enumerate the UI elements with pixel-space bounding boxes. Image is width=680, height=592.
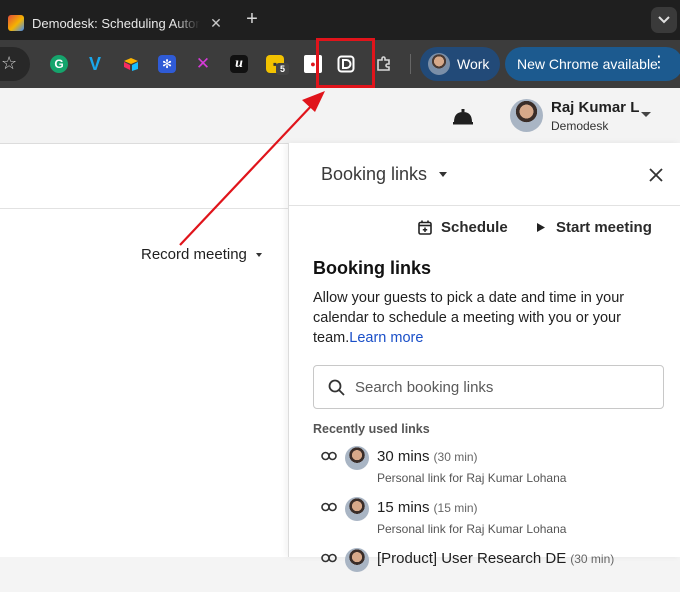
link-duration: (30 min) <box>433 450 478 464</box>
booking-link-owner: Personal link for Raj Kumar Lohana <box>377 471 567 485</box>
airtable-icon[interactable] <box>122 55 140 73</box>
user-organization: Demodesk <box>551 119 609 133</box>
search-icon <box>328 379 345 396</box>
link-title: 30 mins <box>377 448 430 465</box>
recently-used-label: Recently used links <box>313 422 430 436</box>
schedule-label: Schedule <box>441 219 508 236</box>
play-icon <box>537 223 545 232</box>
content-divider <box>0 208 288 209</box>
bookmark-star-icon[interactable]: ☆ <box>1 54 17 72</box>
booking-link-item[interactable]: 15 mins (15 min) Personal link for Raj Ku… <box>321 497 661 541</box>
panel-title-dropdown[interactable]: Booking links <box>321 164 448 185</box>
extension-badge: 5 <box>276 63 289 75</box>
profile-button[interactable]: Work <box>420 47 500 81</box>
chrome-update-button[interactable]: New Chrome available ⋮ <box>505 47 680 81</box>
link-icon[interactable] <box>321 502 337 512</box>
panel-title: Booking links <box>321 164 428 184</box>
booking-link-name: 15 mins (15 min) <box>377 499 478 516</box>
record-meeting-label: Record meeting <box>141 246 247 263</box>
sticky-note-icon[interactable]: ▪ 5 <box>266 55 289 75</box>
app-header: Raj Kumar L Demodesk <box>0 88 680 144</box>
search-booking-links[interactable] <box>313 365 664 409</box>
start-meeting-label: Start meeting <box>556 219 652 236</box>
close-panel-icon[interactable] <box>645 164 667 186</box>
extension-highlight-box <box>316 38 375 88</box>
demodesk-favicon-icon <box>8 15 24 31</box>
profile-name: Work <box>457 56 490 72</box>
stripe-x-icon[interactable]: ✕ <box>194 54 212 73</box>
section-title: Booking links <box>313 258 432 278</box>
browser-tab-strip: Demodesk: Scheduling Automation ✕ + <box>0 0 680 40</box>
link-title: [Product] User Research DE <box>377 550 567 567</box>
v-icon[interactable]: V <box>86 54 104 74</box>
booking-links-panel: Booking links Schedule Start meeting Boo… <box>288 143 680 572</box>
panel-header: Booking links <box>289 143 680 206</box>
link-icon[interactable] <box>321 451 337 461</box>
schedule-button[interactable]: Schedule <box>418 219 508 236</box>
link-icon[interactable] <box>321 553 337 563</box>
link-owner-avatar <box>345 548 369 572</box>
user-name[interactable]: Raj Kumar L <box>551 99 639 116</box>
service-bell-icon[interactable] <box>452 107 474 125</box>
booking-link-item[interactable]: 30 mins (30 min) Personal link for Raj Ku… <box>321 446 661 490</box>
chevron-down-icon <box>658 16 670 24</box>
link-owner-avatar <box>345 497 369 521</box>
tab-title: Demodesk: Scheduling Automation <box>32 15 200 31</box>
caret-down-icon <box>255 252 262 257</box>
link-title: 15 mins <box>377 499 430 516</box>
more-menu-icon[interactable]: ⋮ <box>651 55 667 71</box>
booking-link-item[interactable]: [Product] User Research DE (30 min) <box>321 548 661 592</box>
start-meeting-button[interactable]: Start meeting <box>536 219 652 236</box>
toolbar-divider <box>410 54 411 74</box>
booking-link-name: 30 mins (30 min) <box>377 448 478 465</box>
panel-actions: Schedule Start meeting <box>289 219 680 239</box>
upwork-icon[interactable]: u <box>230 55 248 73</box>
user-menu-caret-icon[interactable] <box>641 112 651 117</box>
close-tab-icon[interactable]: ✕ <box>208 15 224 31</box>
booking-link-name: [Product] User Research DE (30 min) <box>377 550 614 567</box>
new-tab-button[interactable]: + <box>242 9 262 29</box>
browser-tab[interactable]: Demodesk: Scheduling Automation ✕ <box>0 6 230 40</box>
calendar-add-icon <box>418 220 432 235</box>
link-owner-avatar <box>345 446 369 470</box>
link-duration: (30 min) <box>570 552 615 566</box>
tab-search-button[interactable] <box>651 7 677 33</box>
profile-avatar <box>428 53 450 75</box>
learn-more-link[interactable]: Learn more <box>349 330 423 346</box>
caret-down-icon <box>439 172 448 177</box>
link-duration: (15 min) <box>433 501 478 515</box>
update-label: New Chrome available <box>517 56 658 72</box>
puzzle-icon[interactable] <box>375 55 393 73</box>
user-avatar[interactable] <box>510 99 543 132</box>
gear-badge-icon[interactable]: ✻ <box>158 55 176 73</box>
record-meeting-dropdown[interactable]: Record meeting <box>141 246 262 263</box>
booking-description: Allow your guests to pick a date and tim… <box>313 288 653 348</box>
search-input[interactable] <box>355 378 645 396</box>
grammarly-icon[interactable]: G <box>50 55 68 73</box>
booking-link-owner: Personal link for Raj Kumar Lohana <box>377 522 567 536</box>
